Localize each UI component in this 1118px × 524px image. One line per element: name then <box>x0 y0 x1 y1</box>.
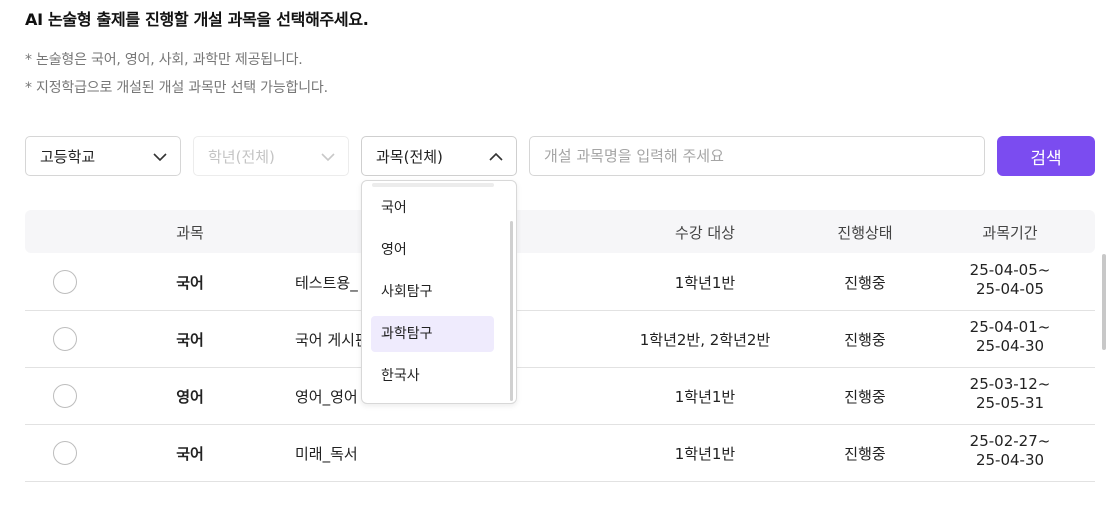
school-select[interactable]: 고등학교 <box>25 136 181 176</box>
row-target: 1학년1반 <box>674 274 736 292</box>
row-period-start: 25-04-01~ <box>969 318 1051 336</box>
school-select-value: 고등학교 <box>40 147 96 166</box>
subject-dropdown-menu: 국어 영어 사회탐구 과학탐구 한국사 <box>361 180 517 404</box>
row-subject: 영어 <box>176 388 204 406</box>
grade-select[interactable]: 학년(전체) <box>193 136 349 176</box>
table-row[interactable]: 국어 국어 게시판 1학년2반, 2학년2반 진행중 25-04-01~ 25-… <box>25 311 1095 368</box>
dropdown-option-korean[interactable]: 국어 <box>371 190 494 226</box>
row-radio[interactable] <box>53 384 77 408</box>
grade-select-value: 학년(전체) <box>208 147 275 166</box>
row-period: 25-03-12~ 25-05-31 <box>970 375 1051 413</box>
dropdown-scroll-edge <box>372 183 494 187</box>
row-radio[interactable] <box>53 327 77 351</box>
table-header: 과목 수강 대상 진행상태 과목기간 <box>25 210 1095 253</box>
row-course-name: 영어_영어 <box>295 388 358 406</box>
course-search-input[interactable] <box>529 136 985 176</box>
dropdown-option-science[interactable]: 과학탐구 <box>371 316 494 352</box>
chevron-down-icon <box>321 153 335 162</box>
row-target: 1학년1반 <box>674 445 736 463</box>
row-course-name: 미래_독서 <box>295 445 358 463</box>
subject-select[interactable]: 과목(전체) <box>361 136 517 176</box>
row-subject: 국어 <box>176 274 204 292</box>
row-period-end: 25-04-30 <box>975 337 1045 355</box>
header-period: 과목기간 <box>982 224 1038 242</box>
row-period-end: 25-04-05 <box>975 280 1045 298</box>
row-period: 25-04-05~ 25-04-05 <box>970 261 1051 299</box>
chevron-up-icon <box>489 152 503 161</box>
row-period-end: 25-04-30 <box>975 451 1045 469</box>
table-row[interactable]: 국어 테스트용_ 1학년1반 진행중 25-04-05~ 25-04-05 <box>25 254 1095 311</box>
note-essay-subjects: * 논술형은 국어, 영어, 사회, 과학만 제공됩니다. <box>25 52 303 68</box>
row-period: 25-02-27~ 25-04-30 <box>970 432 1051 470</box>
header-target: 수강 대상 <box>675 224 735 242</box>
row-course-name: 국어 게시판 <box>295 331 369 349</box>
dropdown-scrollbar[interactable] <box>510 221 513 401</box>
dropdown-option-history[interactable]: 한국사 <box>371 358 494 394</box>
table-row[interactable]: 국어 미래_독서 1학년1반 진행중 25-02-27~ 25-04-30 <box>25 425 1095 482</box>
row-subject: 국어 <box>176 445 204 463</box>
row-period-start: 25-04-05~ <box>969 261 1051 279</box>
row-target: 1학년1반 <box>674 388 736 406</box>
subject-select-value: 과목(전체) <box>376 147 443 166</box>
header-status: 진행상태 <box>837 224 893 242</box>
note-designated-class: * 지정학급으로 개설된 개설 과목만 선택 가능합니다. <box>25 80 328 96</box>
header-subject: 과목 <box>176 224 204 242</box>
chevron-down-icon <box>153 153 167 162</box>
row-radio[interactable] <box>53 441 77 465</box>
row-status: 진행중 <box>844 388 886 406</box>
row-period-start: 25-03-12~ <box>969 375 1051 393</box>
table-row[interactable]: 영어 영어_영어 1학년1반 진행중 25-03-12~ 25-05-31 <box>25 368 1095 425</box>
row-radio[interactable] <box>53 270 77 294</box>
row-period-start: 25-02-27~ <box>969 432 1051 450</box>
page-title: AI 논술형 출제를 진행할 개설 과목을 선택해주세요. <box>25 10 369 29</box>
row-period: 25-04-01~ 25-04-30 <box>970 318 1051 356</box>
search-button[interactable]: 검색 <box>997 136 1095 176</box>
row-subject: 국어 <box>176 331 204 349</box>
dropdown-option-social[interactable]: 사회탐구 <box>371 274 494 310</box>
row-status: 진행중 <box>844 331 886 349</box>
row-status: 진행중 <box>844 274 886 292</box>
row-target: 1학년2반, 2학년2반 <box>639 331 771 349</box>
row-period-end: 25-05-31 <box>975 394 1045 412</box>
page-scrollbar[interactable] <box>1102 254 1106 350</box>
row-status: 진행중 <box>844 445 886 463</box>
dropdown-option-english[interactable]: 영어 <box>371 232 494 268</box>
row-course-name: 테스트용_ <box>295 274 358 292</box>
